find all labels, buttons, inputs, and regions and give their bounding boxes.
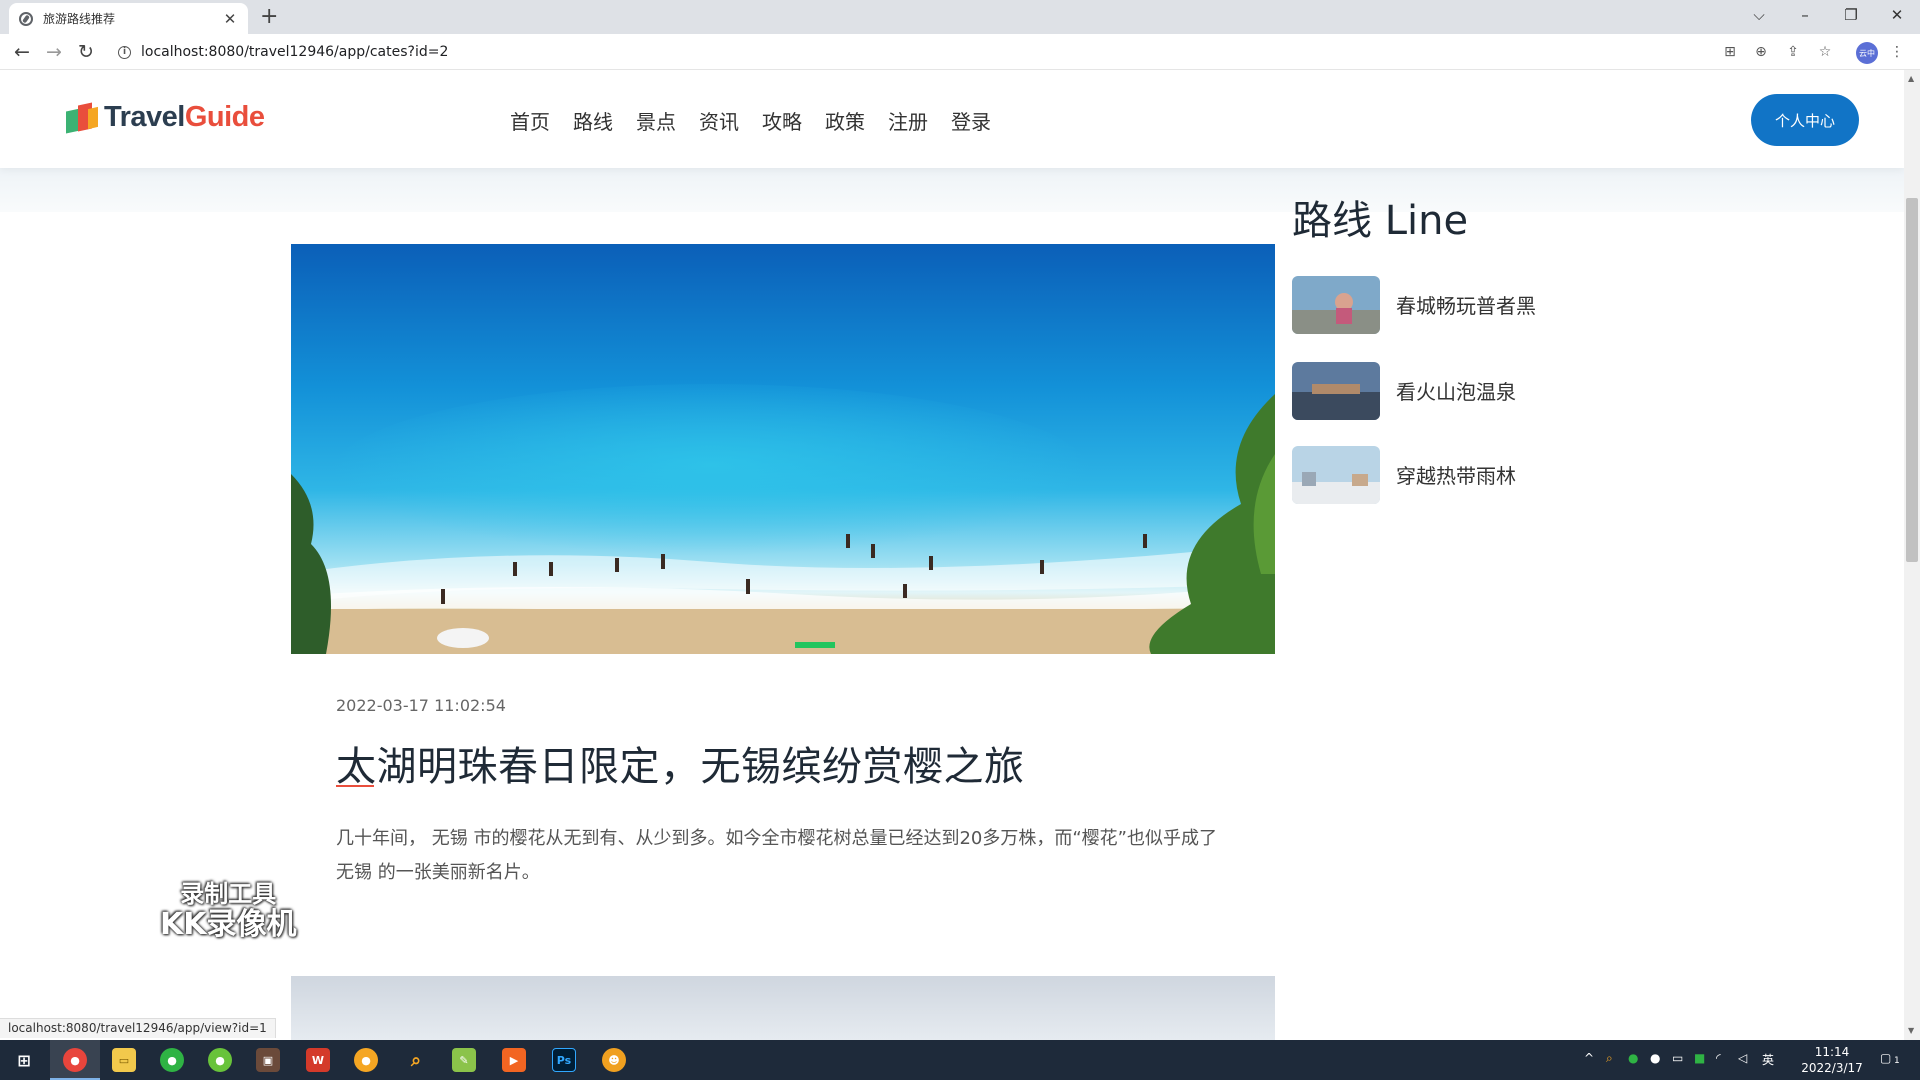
bookmark-star-icon[interactable]: ☆ — [1816, 43, 1834, 61]
route-thumbnail[interactable] — [1292, 276, 1380, 334]
url-text[interactable]: localhost:8080/travel12946/app/cates?id=… — [141, 44, 448, 60]
tab-title: 旅游路线推荐 — [43, 12, 116, 26]
tray-app-icon[interactable]: ● — [1650, 1051, 1660, 1065]
main-nav: 首页 路线 景点 资讯 攻略 政策 注册 登录 — [510, 106, 1014, 135]
ime-indicator[interactable]: 英 — [1762, 1051, 1774, 1068]
share-icon[interactable]: ⇪ — [1784, 43, 1802, 61]
route-thumbnail[interactable] — [1292, 362, 1380, 420]
logo-mark-icon — [66, 100, 100, 134]
recorder-app-icon[interactable]: ● — [354, 1048, 378, 1072]
route-label[interactable]: 穿越热带雨林 — [1396, 446, 1516, 489]
watermark-line2: KK录像机 — [160, 907, 297, 942]
address-bar[interactable]: i localhost:8080/travel12946/app/cates?i… — [108, 38, 1780, 66]
clock-date: 2022/3/17 — [1801, 1061, 1863, 1075]
reload-icon[interactable]: ↻ — [74, 40, 98, 64]
recorder-watermark: 录制工具 KK录像机 — [160, 880, 297, 942]
nav-register[interactable]: 注册 — [888, 106, 928, 135]
wps-icon[interactable]: W — [306, 1048, 330, 1072]
personal-center-button[interactable]: 个人中心 — [1751, 94, 1859, 146]
watermark-line1: 录制工具 — [180, 880, 277, 908]
sidebar-title: 路线 Line — [1292, 198, 1469, 244]
next-post-image[interactable] — [291, 976, 1275, 1040]
close-window-icon[interactable]: ✕ — [1874, 0, 1920, 30]
site-header: TravelGuide 首页 路线 景点 资讯 攻略 政策 注册 登录 个人中心 — [0, 70, 1904, 168]
post-title[interactable]: 太湖明珠春日限定，无锡缤纷赏樱之旅 — [336, 734, 1025, 792]
clock-time: 11:14 — [1814, 1045, 1850, 1059]
wechat-icon[interactable]: ● — [160, 1048, 184, 1072]
nav-login[interactable]: 登录 — [951, 106, 991, 135]
logo-text-travel: Travel — [104, 100, 185, 133]
new-tab-button[interactable]: + — [260, 5, 278, 29]
scroll-up-icon[interactable]: ▲ — [1908, 74, 1914, 83]
chrome-icon[interactable]: ● — [63, 1048, 87, 1072]
post-excerpt: 几十年间， 无锡 市的樱花从无到有、从少到多。如今全市樱花树总量已经达到20多万… — [336, 828, 1217, 883]
nav-home[interactable]: 首页 — [510, 106, 550, 135]
search-icon[interactable]: ⌕ — [404, 1048, 428, 1072]
tab-close-icon[interactable]: ✕ — [222, 11, 238, 27]
header-background-band — [0, 168, 1904, 212]
logo-text-guide: Guide — [184, 100, 265, 133]
post-date: 2022-03-17 11:02:54 — [336, 696, 506, 715]
sidebar-route-item[interactable]: 春城畅玩普者黑 — [1292, 276, 1536, 334]
windows-taskbar: ⊞ ● ▭ ● ● ▣ W ● ⌕ ✎ ▶ Ps ☻ ^ ⌕ ● ● ▭ ■ ◜… — [0, 1040, 1920, 1080]
windows-start-icon[interactable]: ⊞ — [12, 1048, 36, 1072]
tray-wechat-icon[interactable]: ● — [1628, 1051, 1638, 1065]
tray-device-icon[interactable]: ▭ — [1672, 1051, 1683, 1065]
zoom-icon[interactable]: ⊕ — [1752, 43, 1770, 61]
app-face-icon[interactable]: ☻ — [602, 1048, 626, 1072]
route-label[interactable]: 看火山泡温泉 — [1396, 362, 1516, 405]
browser-tab[interactable]: 旅游路线推荐 ✕ — [9, 3, 248, 34]
notification-count: 1 — [1894, 1056, 1900, 1066]
tab-search-icon[interactable]: ⌵ — [1736, 0, 1782, 30]
route-thumbnail[interactable] — [1292, 446, 1380, 504]
notepad-icon[interactable]: ✎ — [452, 1048, 476, 1072]
browser-tab-strip: 旅游路线推荐 ✕ + ⌵ – ❐ ✕ — [0, 0, 1920, 34]
nav-attractions[interactable]: 景点 — [636, 106, 676, 135]
minimize-icon[interactable]: – — [1782, 0, 1828, 30]
app-orange-icon[interactable]: ▶ — [502, 1048, 526, 1072]
tray-volume-icon[interactable]: ◁ — [1738, 1051, 1747, 1065]
tray-network-icon[interactable]: ◜ — [1716, 1051, 1721, 1065]
scroll-thumb[interactable] — [1906, 198, 1918, 562]
nav-news[interactable]: 资讯 — [699, 106, 739, 135]
tray-search-icon[interactable]: ⌕ — [1606, 1051, 1613, 1066]
nav-guides[interactable]: 攻略 — [762, 106, 802, 135]
nav-policy[interactable]: 政策 — [825, 106, 865, 135]
nav-routes[interactable]: 路线 — [573, 106, 613, 135]
title-underline — [336, 785, 374, 787]
globe-icon — [19, 11, 33, 26]
sidebar-route-item[interactable]: 看火山泡温泉 — [1292, 362, 1516, 420]
translate-icon[interactable]: ⊞ — [1721, 43, 1739, 61]
app-game-icon[interactable]: ▣ — [256, 1048, 280, 1072]
kebab-menu-icon[interactable]: ⋮ — [1888, 43, 1906, 61]
site-logo[interactable]: TravelGuide — [66, 100, 265, 134]
post-hero-image[interactable] — [291, 244, 1275, 654]
photoshop-icon[interactable]: Ps — [552, 1048, 576, 1072]
sidebar-route-item[interactable]: 穿越热带雨林 — [1292, 446, 1516, 504]
profile-avatar[interactable]: 云中 — [1856, 42, 1878, 64]
status-bar-url: localhost:8080/travel12946/app/view?id=1 — [0, 1018, 276, 1038]
system-clock[interactable]: 11:14 2022/3/17 — [1800, 1044, 1864, 1076]
scroll-down-icon[interactable]: ▼ — [1908, 1026, 1914, 1035]
forward-icon[interactable]: → — [42, 40, 66, 64]
app-leaf-icon[interactable]: ● — [208, 1048, 232, 1072]
site-info-icon[interactable]: i — [118, 45, 131, 59]
back-icon[interactable]: ← — [10, 40, 34, 64]
file-explorer-icon[interactable]: ▭ — [112, 1048, 136, 1072]
tray-chevron-icon[interactable]: ^ — [1584, 1051, 1594, 1065]
tray-nvidia-icon[interactable]: ■ — [1694, 1051, 1705, 1065]
browser-toolbar: ← → ↻ i localhost:8080/travel12946/app/c… — [0, 34, 1920, 70]
notification-center-icon[interactable]: ▢ — [1880, 1051, 1891, 1065]
restore-icon[interactable]: ❐ — [1828, 0, 1874, 30]
route-label[interactable]: 春城畅玩普者黑 — [1396, 276, 1536, 319]
